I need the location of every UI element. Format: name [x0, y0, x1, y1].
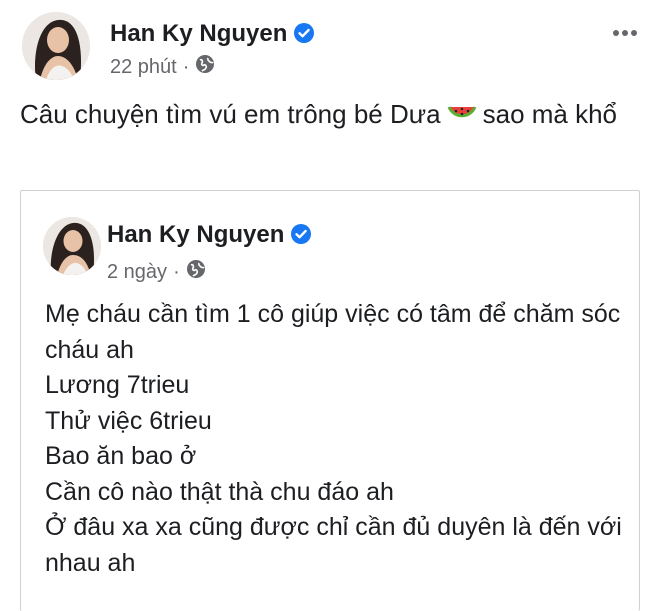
shared-author-name-text[interactable]: Han Ky Nguyen	[107, 221, 284, 248]
shared-post-line: Cần cô nào thật thà chu đáo ah	[45, 477, 394, 506]
post-text-before-emoji: Câu chuyện tìm vú em trông bé Dưa	[20, 99, 441, 129]
shared-post-line: Bao ăn bao ở	[45, 442, 197, 470]
author-name-text[interactable]: Han Ky Nguyen	[110, 20, 287, 47]
post-header: Han Ky Nguyen 22 phút ·	[20, 10, 646, 84]
shared-post-card[interactable]: Han Ky Nguyen 2 ngày · Mẹ cháu cần tìm 1…	[20, 190, 640, 611]
globe-icon[interactable]	[195, 54, 215, 80]
watermelon-icon	[447, 102, 477, 138]
shared-author-avatar[interactable]	[43, 217, 101, 275]
shared-post-line: Lương 7trieu	[45, 371, 190, 399]
shared-post-time[interactable]: 2 ngày	[107, 261, 167, 284]
verified-badge-icon	[290, 223, 312, 252]
shared-post-line: Thử việc 6trieu	[45, 406, 212, 435]
meta-separator: ·	[173, 260, 180, 283]
post-text: Câu chuyện tìm vú em trông bé Dưa sao mà …	[20, 96, 620, 138]
shared-author-name[interactable]: Han Ky Nguyen	[107, 221, 312, 252]
author-avatar[interactable]	[22, 12, 90, 80]
post-text-after-emoji: sao mà khổ	[482, 99, 618, 129]
shared-post-text: Mẹ cháu cần tìm 1 cô giúp việc có tâm để…	[45, 297, 635, 581]
post-meta: 22 phút ·	[110, 54, 215, 80]
globe-icon[interactable]	[186, 259, 206, 285]
author-name[interactable]: Han Ky Nguyen	[110, 20, 315, 51]
shared-post-meta: 2 ngày ·	[107, 259, 206, 285]
shared-post-header: Han Ky Nguyen 2 ngày ·	[41, 215, 629, 283]
meta-separator: ·	[182, 55, 190, 78]
verified-badge-icon	[293, 22, 315, 51]
shared-post-line: Ở đâu xa xa cũng được chỉ cần đủ duyên l…	[45, 513, 622, 577]
shared-post-line: Mẹ cháu cần tìm 1 cô giúp việc có tâm để…	[45, 300, 621, 364]
more-options-icon[interactable]	[610, 18, 640, 48]
post-time[interactable]: 22 phút	[110, 56, 177, 79]
